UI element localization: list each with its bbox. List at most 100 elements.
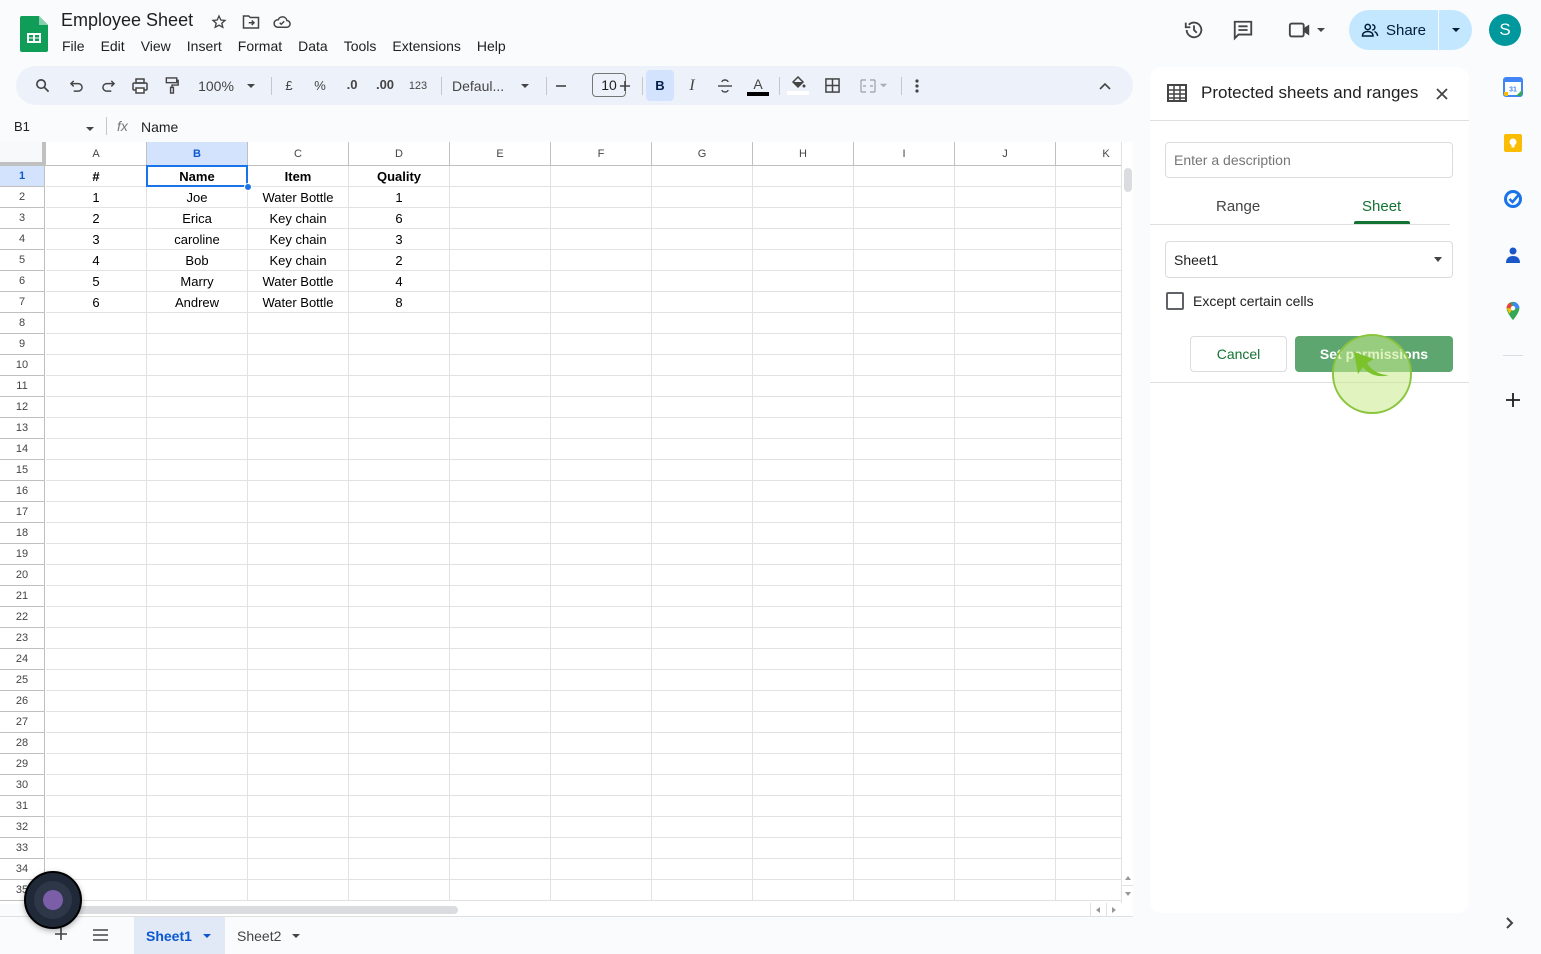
cell-f23[interactable] xyxy=(551,628,652,649)
cell-j31[interactable] xyxy=(955,796,1056,817)
percent-format-button[interactable]: % xyxy=(312,66,328,105)
cell-i5[interactable] xyxy=(854,250,955,271)
cell-g23[interactable] xyxy=(652,628,753,649)
row-header-23[interactable]: 23 xyxy=(0,628,45,649)
cell-a32[interactable] xyxy=(46,817,147,838)
cell-c29[interactable] xyxy=(248,754,349,775)
cell-d24[interactable] xyxy=(349,649,450,670)
row-header-14[interactable]: 14 xyxy=(0,439,45,460)
row-header-20[interactable]: 20 xyxy=(0,565,45,586)
cell-e28[interactable] xyxy=(450,733,551,754)
cell-a28[interactable] xyxy=(46,733,147,754)
cell-a11[interactable] xyxy=(46,376,147,397)
row-header-22[interactable]: 22 xyxy=(0,607,45,628)
cell-g6[interactable] xyxy=(652,271,753,292)
more-formats-button[interactable]: 123 xyxy=(407,66,429,105)
decrease-decimal-button[interactable]: .0 xyxy=(342,66,362,105)
cell-g8[interactable] xyxy=(652,313,753,334)
cell-e22[interactable] xyxy=(450,607,551,628)
cell-f12[interactable] xyxy=(551,397,652,418)
cell-j7[interactable] xyxy=(955,292,1056,313)
cell-j35[interactable] xyxy=(955,880,1056,901)
cell-c10[interactable] xyxy=(248,355,349,376)
cell-i32[interactable] xyxy=(854,817,955,838)
cell-a9[interactable] xyxy=(46,334,147,355)
cell-c2[interactable]: Water Bottle xyxy=(248,187,349,208)
cell-e25[interactable] xyxy=(450,670,551,691)
cell-j32[interactable] xyxy=(955,817,1056,838)
cell-h34[interactable] xyxy=(753,859,854,880)
row-header-8[interactable]: 8 xyxy=(0,313,45,334)
search-menus-icon[interactable] xyxy=(32,66,52,105)
cell-c15[interactable] xyxy=(248,460,349,481)
cell-c13[interactable] xyxy=(248,418,349,439)
zoom-select[interactable]: 100% xyxy=(196,66,236,105)
cell-h22[interactable] xyxy=(753,607,854,628)
cell-d10[interactable] xyxy=(349,355,450,376)
menu-view[interactable]: View xyxy=(141,38,179,54)
row-header-3[interactable]: 3 xyxy=(0,208,45,229)
cell-c26[interactable] xyxy=(248,691,349,712)
cell-f6[interactable] xyxy=(551,271,652,292)
cell-f25[interactable] xyxy=(551,670,652,691)
cell-d32[interactable] xyxy=(349,817,450,838)
chevron-down-icon[interactable] xyxy=(244,66,258,105)
cell-h19[interactable] xyxy=(753,544,854,565)
sheets-logo[interactable] xyxy=(20,16,48,52)
cell-f30[interactable] xyxy=(551,775,652,796)
cell-i18[interactable] xyxy=(854,523,955,544)
row-header-19[interactable]: 19 xyxy=(0,544,45,565)
cell-d27[interactable] xyxy=(349,712,450,733)
cell-d14[interactable] xyxy=(349,439,450,460)
cell-e14[interactable] xyxy=(450,439,551,460)
cell-b4[interactable]: caroline xyxy=(147,229,248,250)
cell-g3[interactable] xyxy=(652,208,753,229)
cell-f9[interactable] xyxy=(551,334,652,355)
add-sheet-icon[interactable] xyxy=(54,927,70,943)
cell-f7[interactable] xyxy=(551,292,652,313)
cell-g15[interactable] xyxy=(652,460,753,481)
cell-e7[interactable] xyxy=(450,292,551,313)
cell-h25[interactable] xyxy=(753,670,854,691)
cell-d35[interactable] xyxy=(349,880,450,901)
cell-f15[interactable] xyxy=(551,460,652,481)
cell-f35[interactable] xyxy=(551,880,652,901)
cell-i7[interactable] xyxy=(854,292,955,313)
share-button[interactable]: Share xyxy=(1349,10,1439,50)
cell-b19[interactable] xyxy=(147,544,248,565)
menu-tools[interactable]: Tools xyxy=(344,38,385,54)
cell-c9[interactable] xyxy=(248,334,349,355)
cell-c25[interactable] xyxy=(248,670,349,691)
cell-d22[interactable] xyxy=(349,607,450,628)
cell-j17[interactable] xyxy=(955,502,1056,523)
cell-j11[interactable] xyxy=(955,376,1056,397)
cell-b3[interactable]: Erica xyxy=(147,208,248,229)
cell-h20[interactable] xyxy=(753,565,854,586)
cell-a16[interactable] xyxy=(46,481,147,502)
cell-b33[interactable] xyxy=(147,838,248,859)
cell-g28[interactable] xyxy=(652,733,753,754)
formula-input[interactable]: Name xyxy=(141,119,178,135)
row-header-29[interactable]: 29 xyxy=(0,754,45,775)
cell-h18[interactable] xyxy=(753,523,854,544)
cell-b8[interactable] xyxy=(147,313,248,334)
cell-g11[interactable] xyxy=(652,376,753,397)
cell-f19[interactable] xyxy=(551,544,652,565)
cell-i29[interactable] xyxy=(854,754,955,775)
cell-d11[interactable] xyxy=(349,376,450,397)
cell-b24[interactable] xyxy=(147,649,248,670)
cell-g32[interactable] xyxy=(652,817,753,838)
column-header-c[interactable]: C xyxy=(248,142,349,166)
cell-h7[interactable] xyxy=(753,292,854,313)
cell-d26[interactable] xyxy=(349,691,450,712)
cell-h27[interactable] xyxy=(753,712,854,733)
description-input[interactable] xyxy=(1165,142,1453,178)
cell-b7[interactable]: Andrew xyxy=(147,292,248,313)
cell-g26[interactable] xyxy=(652,691,753,712)
meet-button[interactable] xyxy=(1284,17,1330,43)
cell-c20[interactable] xyxy=(248,565,349,586)
cell-j2[interactable] xyxy=(955,187,1056,208)
cell-a31[interactable] xyxy=(46,796,147,817)
cell-j22[interactable] xyxy=(955,607,1056,628)
column-header-d[interactable]: D xyxy=(349,142,450,166)
